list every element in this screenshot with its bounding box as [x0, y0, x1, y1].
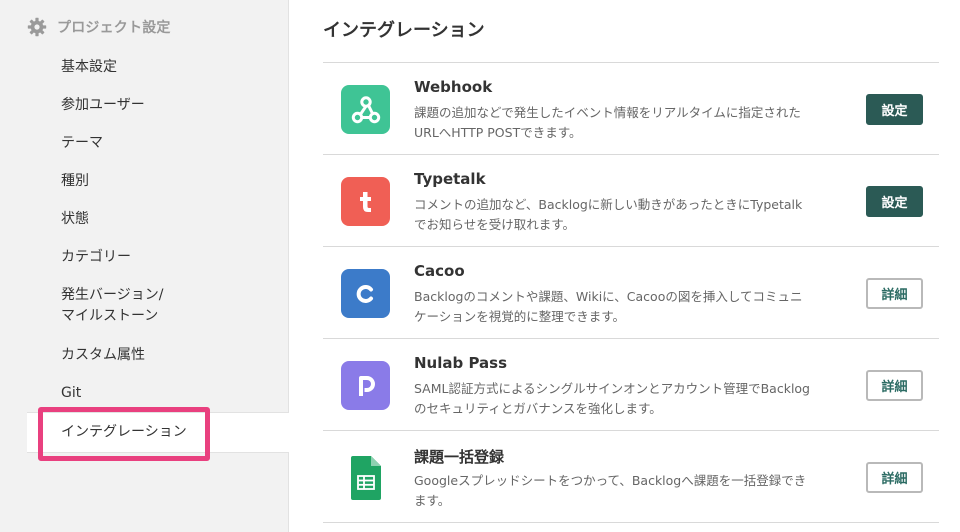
sidebar-item-integration[interactable]: インテグレーション: [27, 412, 289, 453]
description-line: SAML認証方式によるシングルサインオンとアカウント管理でBacklog: [414, 381, 810, 396]
sidebar-item-basic-settings[interactable]: 基本設定: [0, 56, 289, 78]
integration-description: Googleスプレッドシートをつかって、Backlogへ課題を一括登録でき ます…: [414, 471, 852, 511]
description-line: でお知らせを受け取れます。: [414, 217, 576, 232]
integration-list: Webhook 課題の追加などで発生したイベント情報をリアルタイムに指定された …: [323, 62, 939, 523]
sidebar-item-theme[interactable]: テーマ: [0, 132, 289, 154]
integration-row-typetalk: Typetalk コメントの追加など、Backlogに新しい動きがあったときにT…: [323, 155, 939, 247]
sidebar-header: プロジェクト設定: [27, 17, 171, 37]
integration-name: Webhook: [414, 78, 493, 96]
integration-row-cacoo: Cacoo Backlogのコメントや課題、Wikiに、Cacooの図を挿入して…: [323, 247, 939, 339]
sidebar-item-label: マイルストーン: [61, 308, 159, 324]
description-line: Googleスプレッドシートをつかって、Backlogへ課題を一括登録でき: [414, 473, 807, 488]
sidebar-item-issue-types[interactable]: 種別: [0, 170, 289, 192]
nulab-pass-details-button[interactable]: 詳細: [866, 370, 923, 401]
main-content: インテグレーション Webhook 課題の追加などで発生したイベント情報をリアル…: [290, 0, 960, 532]
webhook-settings-button[interactable]: 設定: [866, 94, 923, 125]
integration-description: SAML認証方式によるシングルサインオンとアカウント管理でBacklog のセキ…: [414, 379, 852, 419]
sidebar-item-statuses[interactable]: 状態: [0, 208, 289, 230]
description-line: ます。: [414, 493, 451, 508]
description-line: のセキュリティとガバナンスを強化します。: [414, 401, 662, 416]
description-line: 課題の追加などで発生したイベント情報をリアルタイムに指定された: [414, 105, 801, 120]
sidebar-title: プロジェクト設定: [57, 20, 171, 36]
typetalk-settings-button[interactable]: 設定: [866, 186, 923, 217]
integration-description: 課題の追加などで発生したイベント情報をリアルタイムに指定された URLへHTTP…: [414, 103, 852, 143]
description-line: Backlogのコメントや課題、Wikiに、Cacooの図を挿入してコミュニ: [414, 289, 803, 304]
sidebar-item-custom-fields[interactable]: カスタム属性: [0, 344, 289, 366]
description-line: コメントの追加など、Backlogに新しい動きがあったときにTypetalk: [414, 197, 803, 212]
typetalk-icon: [341, 177, 390, 226]
integration-name: Typetalk: [414, 170, 486, 188]
integration-description: コメントの追加など、Backlogに新しい動きがあったときにTypetalk で…: [414, 195, 852, 235]
sidebar-item-categories[interactable]: カテゴリー: [0, 246, 289, 268]
sidebar-item-versions-milestones[interactable]: 発生バージョン/ マイルストーン: [0, 285, 289, 327]
sidebar: プロジェクト設定 基本設定 参加ユーザー テーマ 種別 状態 カテゴリー 発生バ…: [0, 0, 289, 532]
integration-name: Nulab Pass: [414, 354, 508, 372]
integration-description: Backlogのコメントや課題、Wikiに、Cacooの図を挿入してコミュニ ケ…: [414, 287, 852, 327]
google-sheets-icon: [341, 453, 390, 502]
sidebar-item-git[interactable]: Git: [0, 382, 289, 404]
webhook-icon: [341, 85, 390, 134]
description-line: ケーションを視覚的に整理できます。: [414, 309, 626, 324]
page-title: インテグレーション: [323, 20, 485, 41]
cacoo-details-button[interactable]: 詳細: [866, 278, 923, 309]
description-line: URLへHTTP POSTできます。: [414, 125, 582, 140]
integration-name: 課題一括登録: [414, 448, 505, 466]
integration-row-bulk-issue-registration: 課題一括登録 Googleスプレッドシートをつかって、Backlogへ課題を一括…: [323, 431, 939, 523]
bulk-registration-details-button[interactable]: 詳細: [866, 462, 923, 493]
sidebar-item-members[interactable]: 参加ユーザー: [0, 94, 289, 116]
gear-icon: [27, 17, 47, 37]
integration-row-webhook: Webhook 課題の追加などで発生したイベント情報をリアルタイムに指定された …: [323, 63, 939, 155]
integration-row-nulab-pass: Nulab Pass SAML認証方式によるシングルサインオンとアカウント管理で…: [323, 339, 939, 431]
sidebar-item-label: 発生バージョン/: [61, 287, 164, 303]
cacoo-icon: [341, 269, 390, 318]
integration-name: Cacoo: [414, 262, 465, 280]
nulab-pass-icon: [341, 361, 390, 410]
